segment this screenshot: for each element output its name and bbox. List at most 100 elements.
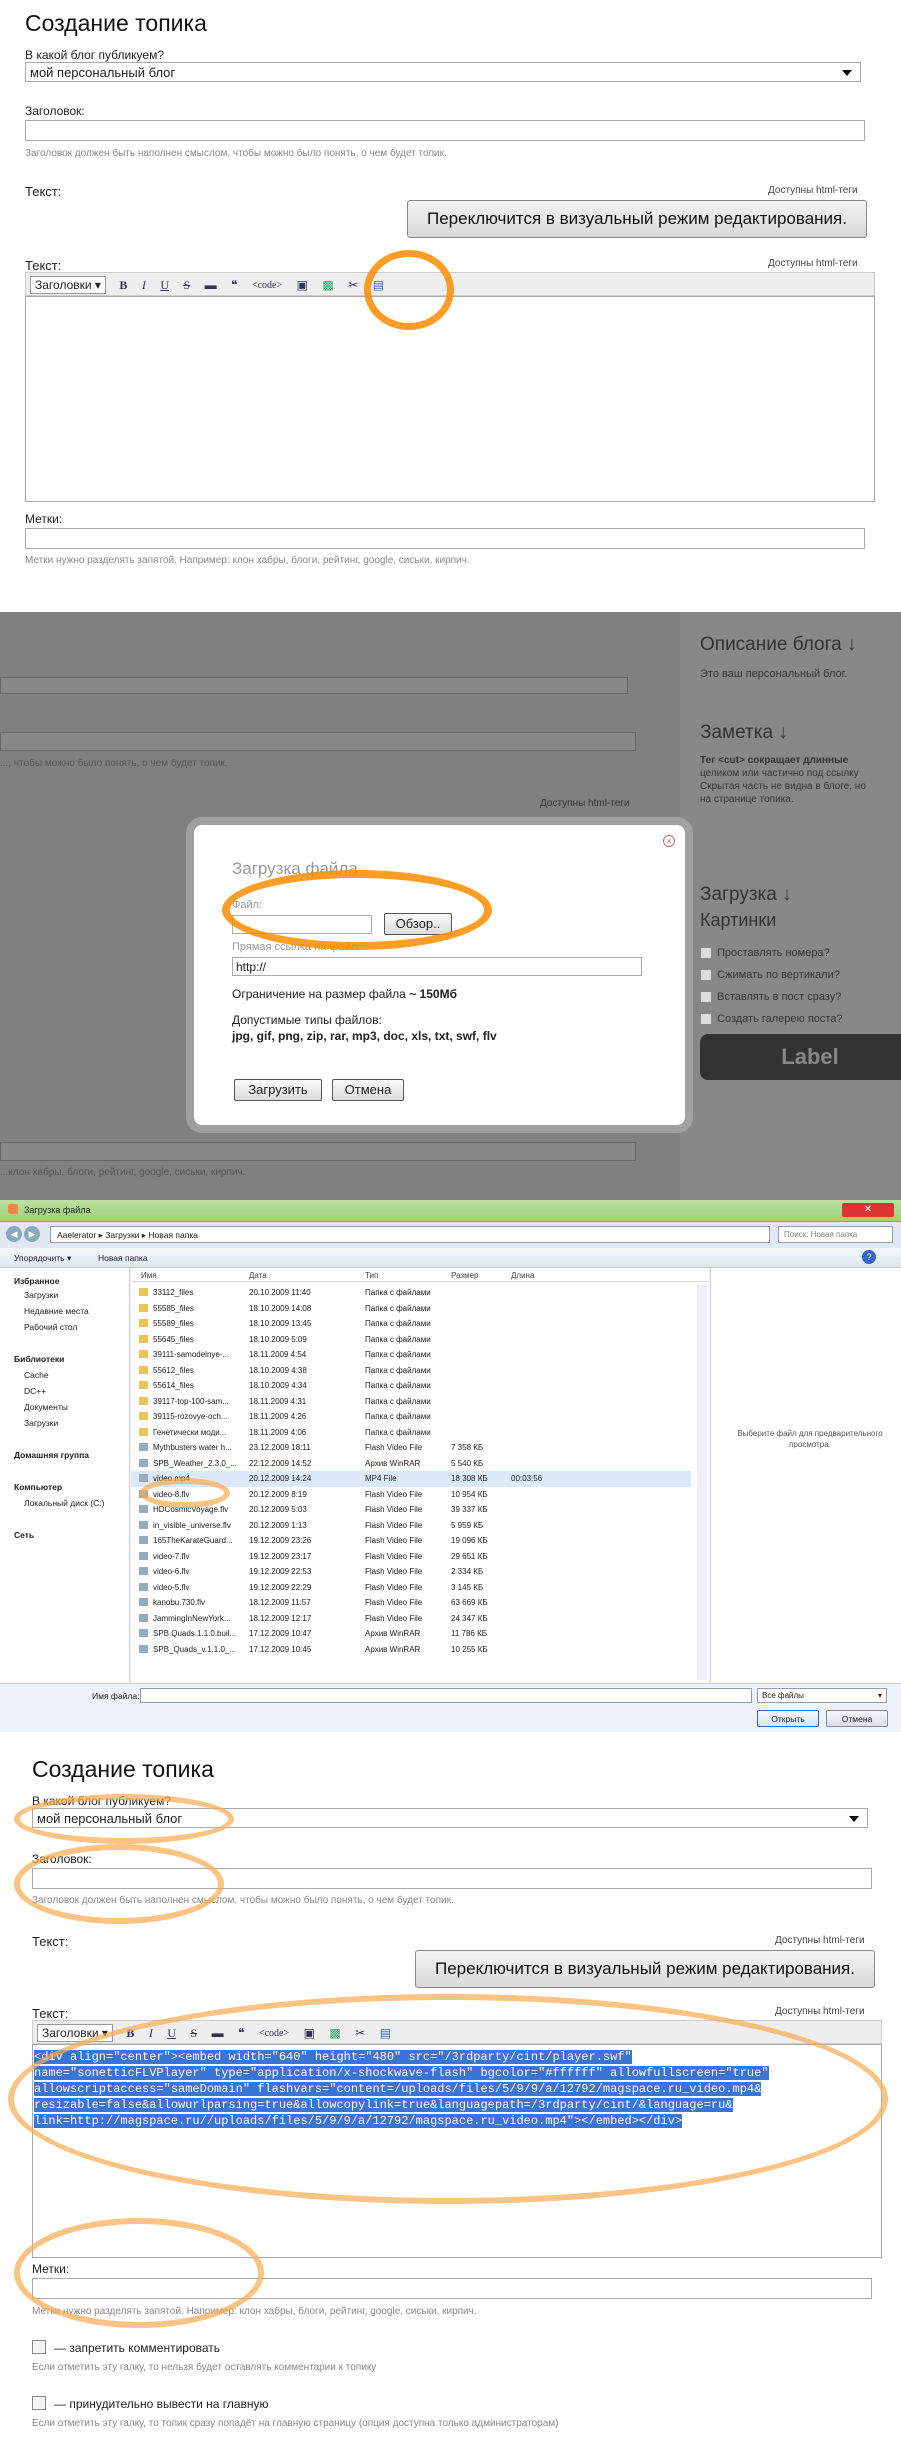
file-row[interactable]: video-7.flv 19.12.2009 23:17 Flash Video F…: [131, 1549, 691, 1565]
file-cell: 20.12.2009 1:13: [249, 1520, 307, 1530]
nav-downloads-2[interactable]: Загрузки: [24, 1418, 58, 1428]
close-icon[interactable]: ×: [663, 835, 675, 847]
save-icon[interactable]: ▣: [297, 278, 308, 293]
file-row[interactable]: SPB_Quads_v.1.1.0_... 17.12.2009 10:45 Арх…: [131, 1642, 691, 1658]
file-row[interactable]: kanobu.730.flv 18.12.2009 11:57 Flash Vide…: [131, 1595, 691, 1611]
checkbox[interactable]: [700, 947, 712, 960]
file-row[interactable]: 39115-rozovye-och... 18.11.2009 4:26 Папка…: [131, 1409, 691, 1425]
nav-libraries[interactable]: Библиотеки: [14, 1354, 64, 1364]
file-row[interactable]: 55589_files 18.10.2009 13:45 Папка с файла…: [131, 1316, 691, 1332]
file-row[interactable]: JammingInNewYork... 18.12.2009 12:17 Flash…: [131, 1611, 691, 1627]
visual-mode-button[interactable]: Переключится в визуальный режим редактир…: [415, 1950, 875, 1988]
underline-button[interactable]: U: [160, 278, 169, 293]
checkbox[interactable]: [700, 969, 712, 982]
quote-icon[interactable]: ❝: [231, 278, 237, 293]
blog-select[interactable]: мой персональный блог: [25, 62, 861, 82]
file-row[interactable]: SPB_Weather_2.3.0_... 22.12.2009 14:52 Арх…: [131, 1456, 691, 1472]
file-cell: 20.12.2009 5:03: [249, 1505, 307, 1514]
label-button[interactable]: Label: [700, 1034, 901, 1080]
help-icon[interactable]: ?: [862, 1250, 876, 1264]
nav-homegroup[interactable]: Домашняя группа: [14, 1450, 89, 1460]
file-row[interactable]: in_visible_universe.flv 20.12.2009 1:13 Fl…: [131, 1518, 691, 1534]
search-input[interactable]: Поиск: Новая папка: [778, 1226, 893, 1243]
organize-button[interactable]: Упорядочить ▾: [14, 1253, 71, 1264]
html-tags-link-2[interactable]: Доступны html-теги: [775, 2006, 865, 2017]
column-date[interactable]: Дата: [249, 1271, 267, 1280]
image-icon[interactable]: ▩: [322, 278, 333, 293]
new-folder-button[interactable]: Новая папка: [98, 1253, 148, 1263]
italic-button[interactable]: I: [142, 278, 146, 293]
heading-input[interactable]: [25, 120, 865, 141]
column-size[interactable]: Размер: [451, 1271, 479, 1280]
scrollbar[interactable]: [697, 1284, 707, 1680]
headings-dropdown[interactable]: Заголовки ▾: [30, 276, 106, 294]
option-insert[interactable]: Вставлять в пост сразу?: [700, 986, 843, 1008]
size-limit-label: Ограничение на размер файла: [232, 987, 406, 1001]
bold-button[interactable]: B: [119, 278, 127, 293]
file-icon: [139, 1536, 148, 1544]
nav-documents[interactable]: Документы: [24, 1402, 68, 1412]
column-length[interactable]: Длина: [511, 1271, 534, 1280]
filename-input[interactable]: [140, 1688, 752, 1703]
no-comments-checkbox[interactable]: [32, 2340, 46, 2354]
file-cell: 17.12.2009 10:47: [249, 1629, 312, 1638]
file-row[interactable]: 55612_files 18.10.2009 4:38 Папка с файлам…: [131, 1363, 691, 1379]
forward-icon[interactable]: ▶: [24, 1226, 40, 1242]
back-icon[interactable]: ◀: [6, 1226, 22, 1242]
nav-cache[interactable]: Cache: [24, 1370, 49, 1380]
breadcrumb-item[interactable]: Загрузки: [105, 1230, 139, 1240]
file-row[interactable]: 33112_files 20.10.2009 11:40 Папка с файла…: [131, 1285, 691, 1301]
close-icon[interactable]: ✕: [842, 1203, 894, 1217]
file-cell: MP4 File: [365, 1474, 397, 1483]
open-button[interactable]: Открыть: [757, 1710, 819, 1727]
file-row[interactable]: HDCosmicVoyage.flv 20.12.2009 5:03 Flash V…: [131, 1502, 691, 1518]
visual-mode-button[interactable]: Переключится в визуальный режим редактир…: [407, 200, 867, 238]
html-tags-link[interactable]: Доступны html-теги: [775, 1935, 865, 1946]
text-area[interactable]: [25, 296, 875, 502]
file-row[interactable]: 165TheKarateGuard... 19.12.2009 23:26 Flas…: [131, 1533, 691, 1549]
file-type-select[interactable]: Все файлы ▾: [757, 1688, 887, 1703]
nav-downloads[interactable]: Загрузки: [24, 1290, 58, 1300]
file-row[interactable]: Mythbusters water h... 23.12.2009 18:11 Fl…: [131, 1440, 691, 1456]
file-row[interactable]: 39111-samodelnye-... 18.11.2009 4:54 Папка…: [131, 1347, 691, 1363]
cut-icon[interactable]: ✂: [348, 278, 358, 293]
breadcrumb[interactable]: Aaelerator ▸ Загрузки ▸ Новая папка: [50, 1226, 770, 1243]
nav-computer[interactable]: Компьютер: [14, 1482, 62, 1492]
html-tags-link-2[interactable]: Доступны html-теги: [768, 258, 858, 269]
to-main-checkbox[interactable]: [32, 2396, 46, 2410]
file-row[interactable]: SPB.Quads.1.1.0.buil... 17.12.2009 10:47 А…: [131, 1626, 691, 1642]
cancel-button[interactable]: Отмена: [826, 1710, 888, 1727]
option-compress[interactable]: Сжимать по вертикали?: [700, 964, 843, 986]
nav-desktop[interactable]: Рабочий стол: [24, 1322, 77, 1332]
breadcrumb-item[interactable]: Новая папка: [148, 1230, 198, 1240]
strike-button[interactable]: S: [183, 278, 190, 293]
option-gallery[interactable]: Создать галерею поста?: [700, 1008, 843, 1030]
file-row[interactable]: 55585_files 18.10.2009 14:08 Папка с файла…: [131, 1301, 691, 1317]
file-row[interactable]: 55614_files 18.10.2009 4:34 Папка с файлам…: [131, 1378, 691, 1394]
html-tags-link[interactable]: Доступны html-теги: [768, 185, 858, 196]
file-cell: 5 540 КБ: [451, 1458, 484, 1468]
column-name[interactable]: Имя: [141, 1271, 157, 1280]
option-numbers[interactable]: Проставлять номера?: [700, 942, 843, 964]
checkbox[interactable]: [700, 1013, 712, 1026]
checkbox[interactable]: [700, 991, 712, 1004]
column-type[interactable]: Тип: [365, 1271, 378, 1280]
line-icon[interactable]: ▬: [205, 278, 217, 293]
file-cell: video-5.flv: [153, 1582, 190, 1592]
nav-recent[interactable]: Недавние места: [24, 1306, 89, 1316]
upload-button[interactable]: Загрузить: [234, 1079, 322, 1101]
file-row[interactable]: 39117-top-100-sam... 18.11.2009 4:31 Папка…: [131, 1394, 691, 1410]
breadcrumb-item[interactable]: Aaelerator: [57, 1230, 96, 1240]
nav-drive-c[interactable]: Локальный диск (C:): [24, 1498, 104, 1508]
nav-network[interactable]: Сеть: [14, 1530, 34, 1540]
file-row[interactable]: Генетически моди... 18.11.2009 4:06 Папка …: [131, 1425, 691, 1441]
file-row[interactable]: video-5.flv 19.12.2009 22:29 Flash Video F…: [131, 1580, 691, 1596]
file-row[interactable]: video-6.flv 19.12.2009 22:53 Flash Video F…: [131, 1564, 691, 1580]
nav-dcpp[interactable]: DC++: [24, 1386, 46, 1396]
tags-input[interactable]: [25, 528, 865, 549]
url-input[interactable]: http://: [232, 957, 642, 976]
nav-favorites[interactable]: Избранное: [14, 1276, 59, 1286]
code-button[interactable]: <code>: [252, 280, 282, 291]
cancel-button[interactable]: Отмена: [332, 1079, 404, 1101]
file-row[interactable]: 55645_files 18.10.2009 5:09 Папка с файлам…: [131, 1332, 691, 1348]
